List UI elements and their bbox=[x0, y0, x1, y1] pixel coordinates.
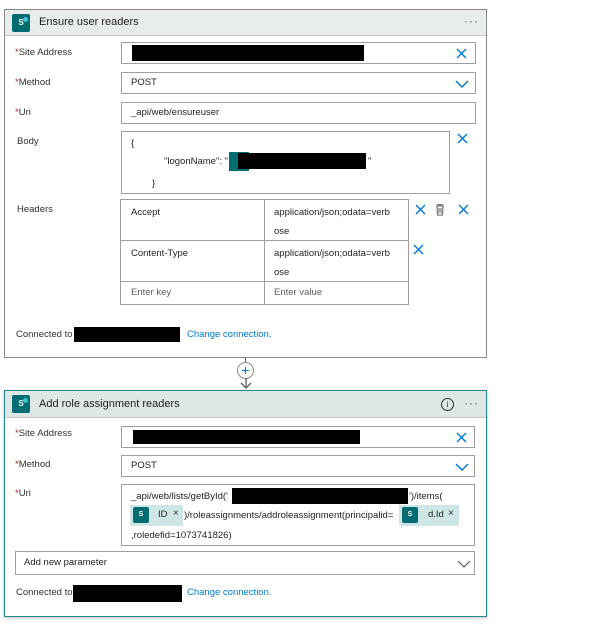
uri-value: _api/web/ensureuser bbox=[131, 107, 220, 118]
chevron-down-icon[interactable] bbox=[455, 462, 469, 472]
close-icon[interactable] bbox=[414, 203, 427, 216]
site-address-field[interactable] bbox=[121, 426, 475, 448]
ensure-user-readers-card: S Ensure user readers ··· *Site Address … bbox=[4, 9, 487, 358]
card-header[interactable]: S Ensure user readers ··· bbox=[5, 10, 486, 36]
uri-text-line2: )/roleassignments/addroleassignment(prin… bbox=[184, 510, 394, 521]
headers-table: Accept application/json;odata=verb ose Co… bbox=[120, 199, 409, 305]
uri-text-line3: ,roledefid=1073741826) bbox=[131, 530, 232, 541]
uri-text-line1a: _api/web/lists/getById(' bbox=[131, 491, 228, 502]
sharepoint-icon: S bbox=[12, 395, 30, 413]
header-value-accept[interactable]: application/json;odata=verb ose bbox=[274, 203, 390, 241]
enter-value-input[interactable]: Enter value bbox=[274, 283, 322, 302]
close-icon[interactable] bbox=[457, 203, 470, 216]
body-label: Body bbox=[17, 136, 39, 147]
redacted-value bbox=[132, 45, 364, 61]
body-close-quote: " bbox=[368, 156, 372, 167]
redacted-connection bbox=[73, 585, 182, 602]
sharepoint-icon: S bbox=[402, 507, 418, 523]
site-address-field[interactable] bbox=[121, 42, 476, 64]
header-value-content-type[interactable]: application/json;odata=verb ose bbox=[274, 244, 390, 282]
redacted-value bbox=[238, 153, 366, 169]
redacted-value bbox=[133, 430, 360, 444]
token-close-icon[interactable]: × bbox=[173, 508, 179, 519]
method-value: POST bbox=[131, 77, 157, 88]
more-options-icon[interactable]: ··· bbox=[464, 14, 479, 28]
method-select[interactable]: POST bbox=[121, 72, 476, 94]
method-label: *Method bbox=[15, 77, 51, 88]
connected-to-label: Connected to bbox=[16, 329, 73, 340]
uri-label: *Uri bbox=[15, 488, 31, 499]
body-close-brace: } bbox=[152, 178, 156, 189]
close-icon[interactable] bbox=[456, 132, 469, 145]
chevron-down-icon[interactable] bbox=[457, 559, 471, 569]
add-icon[interactable]: + bbox=[237, 362, 254, 379]
body-field[interactable]: { "logonName": " " } bbox=[121, 131, 450, 194]
token-d-id[interactable]: S d.Id × bbox=[399, 505, 459, 526]
method-value: POST bbox=[131, 460, 157, 471]
method-select[interactable]: POST bbox=[121, 455, 475, 477]
add-role-assignment-readers-card: S Add role assignment readers i ··· *Sit… bbox=[4, 390, 487, 617]
card-title[interactable]: Ensure user readers bbox=[39, 16, 139, 28]
uri-field[interactable]: _api/web/lists/getById(' ')/items( S ID … bbox=[121, 484, 475, 546]
chevron-down-icon[interactable] bbox=[455, 79, 469, 89]
method-label: *Method bbox=[15, 459, 51, 470]
connected-to-label: Connected to bbox=[16, 587, 73, 598]
add-new-parameter-label: Add new parameter bbox=[24, 557, 107, 568]
close-icon[interactable] bbox=[412, 243, 425, 256]
sharepoint-icon: S bbox=[12, 14, 30, 32]
card-title[interactable]: Add role assignment readers bbox=[39, 398, 180, 410]
headers-label: Headers bbox=[17, 204, 53, 215]
change-connection-link[interactable]: Change connection. bbox=[187, 329, 272, 340]
token-close-icon[interactable]: × bbox=[448, 508, 454, 519]
close-icon[interactable] bbox=[455, 431, 468, 444]
body-open-brace: { bbox=[131, 138, 135, 149]
sharepoint-icon: S bbox=[133, 507, 149, 523]
delete-icon[interactable] bbox=[434, 203, 446, 216]
header-key-content-type[interactable]: Content-Type bbox=[131, 244, 188, 263]
redacted-value bbox=[232, 488, 408, 504]
uri-text-line1b: ')/items( bbox=[409, 491, 443, 502]
token-id[interactable]: S ID × bbox=[130, 505, 183, 526]
info-icon[interactable]: i bbox=[441, 398, 454, 411]
site-address-label: *Site Address bbox=[15, 47, 73, 58]
uri-field[interactable]: _api/web/ensureuser bbox=[121, 102, 476, 124]
add-new-parameter-dropdown[interactable]: Add new parameter bbox=[15, 551, 475, 575]
site-address-label: *Site Address bbox=[15, 428, 73, 439]
arrow-down-icon bbox=[240, 378, 252, 389]
body-key: "logonName": " bbox=[164, 156, 228, 167]
more-options-icon[interactable]: ··· bbox=[464, 396, 479, 410]
card-header[interactable]: S Add role assignment readers i ··· bbox=[5, 391, 486, 418]
change-connection-link[interactable]: Change connection. bbox=[187, 587, 272, 598]
enter-key-input[interactable]: Enter key bbox=[131, 283, 171, 302]
close-icon[interactable] bbox=[455, 47, 468, 60]
redacted-connection bbox=[74, 327, 180, 342]
uri-label: *Uri bbox=[15, 107, 31, 118]
header-key-accept[interactable]: Accept bbox=[131, 203, 160, 222]
